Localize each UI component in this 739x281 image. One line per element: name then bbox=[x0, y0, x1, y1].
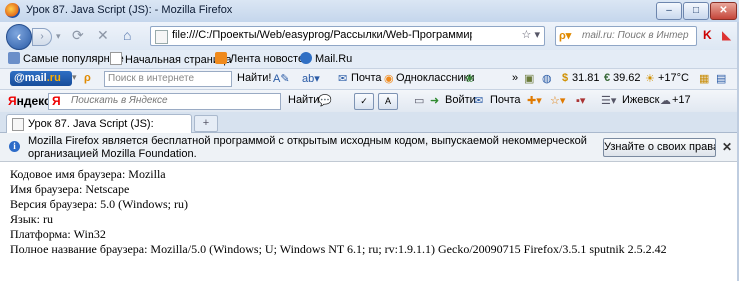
search-placeholder[interactable]: mail.ru: Поиск в Интер bbox=[582, 30, 689, 41]
minimize-button[interactable]: – bbox=[656, 2, 682, 20]
page-favicon-icon bbox=[155, 30, 168, 44]
yandex-y-icon: Я bbox=[52, 94, 61, 108]
know-your-rights-button[interactable]: Узнайте о своих правах... bbox=[603, 138, 716, 157]
new-tab-button[interactable]: + bbox=[194, 115, 218, 132]
odnoklassniki-link[interactable]: Одноклассники bbox=[396, 72, 475, 84]
addon-icon[interactable]: K bbox=[703, 28, 712, 42]
yandex-temp: +17 bbox=[672, 94, 691, 106]
yandex-logo[interactable]: Яндекс bbox=[8, 94, 51, 108]
reload-icon[interactable]: ⟳ bbox=[72, 27, 84, 44]
page-content: Кодовое имя браузера: Mozilla Имя браузе… bbox=[10, 167, 667, 257]
back-button[interactable]: ‹ bbox=[6, 24, 32, 50]
content-line: Имя браузера: Netscape bbox=[10, 182, 130, 196]
mailru-logo[interactable]: @mail.ru bbox=[10, 71, 72, 86]
forward-button[interactable]: › bbox=[32, 28, 52, 46]
maximize-button[interactable]: □ bbox=[683, 2, 709, 20]
yandex-toolbar: Яндекс Я Поискать в Яндексе Найти 💬 ✓ A … bbox=[0, 90, 739, 113]
history-dropdown-icon[interactable]: ▾ bbox=[56, 31, 61, 42]
font-icon[interactable]: A bbox=[378, 93, 398, 110]
search-engine-icon[interactable]: ρ▾ bbox=[559, 29, 571, 42]
content-line: Полное название браузера: Mozilla/5.0 (W… bbox=[10, 242, 667, 256]
odnoklassniki-icon: ◉ bbox=[384, 73, 394, 85]
content-line: Версия браузера: 5.0 (Windows; ru) bbox=[10, 197, 188, 211]
highlight-icon[interactable]: A✎ bbox=[273, 72, 290, 85]
yandex-find-button[interactable]: Найти bbox=[288, 94, 319, 106]
check-mail-icon[interactable]: ✓ bbox=[354, 93, 374, 110]
yandex-login-link[interactable]: Войти bbox=[445, 94, 476, 106]
star-icon bbox=[8, 52, 20, 64]
mailru-toolbar: @mail.ru ▾ ρ Поиск в интернете Найти! A✎… bbox=[0, 69, 739, 90]
mailru-find-button[interactable]: Найти! bbox=[237, 72, 271, 84]
tab-label: Урок 87. Java Script (JS): bbox=[28, 118, 154, 130]
chevron-more-icon[interactable]: » bbox=[512, 72, 518, 84]
favorites-icon[interactable]: ☆▾ bbox=[550, 94, 565, 107]
bookmarks-add-icon[interactable]: ✚▾ bbox=[527, 94, 542, 107]
agent-icon[interactable]: ❀ bbox=[465, 72, 474, 85]
yandex-weather-icon: ☁ bbox=[660, 95, 671, 107]
toolbar-extra-icon[interactable]: ▦ bbox=[699, 72, 709, 85]
stop-icon[interactable]: ✕ bbox=[97, 27, 109, 44]
close-window-button[interactable]: ✕ bbox=[710, 2, 737, 20]
tab-current[interactable]: Урок 87. Java Script (JS): bbox=[6, 114, 192, 133]
mailru-mail-link[interactable]: Почта bbox=[351, 72, 382, 84]
eur-rate: 39.62 bbox=[613, 72, 641, 84]
rss-icon bbox=[215, 52, 227, 64]
usd-rate: 31.81 bbox=[572, 72, 600, 84]
bookmark-star-icon[interactable]: ☆ ▾ bbox=[522, 28, 540, 41]
mailru-search-input[interactable]: Поиск в интернете bbox=[104, 71, 232, 87]
mailru-icon bbox=[300, 52, 312, 64]
bookmarks-toolbar: Самые популярные Начальная страница Лент… bbox=[0, 50, 739, 69]
page-icon bbox=[110, 52, 122, 65]
navigation-bar: ‹ › ▾ ⟳ ✕ ⌂ file:///C:/Проекты/Web/easyp… bbox=[0, 22, 739, 50]
address-bar[interactable]: file:///C:/Проекты/Web/easyprog/Рассылки… bbox=[150, 26, 545, 46]
bookmark-item[interactable]: Mail.Ru bbox=[300, 52, 352, 65]
bookmark-item[interactable]: Самые популярные bbox=[8, 52, 124, 65]
yandex-mail-link[interactable]: Почта bbox=[490, 94, 521, 106]
toolbar-app-icon[interactable]: ▣ bbox=[524, 72, 534, 85]
speech-bubble-icon[interactable]: 💬 bbox=[318, 94, 332, 107]
weather-temp: +17°C bbox=[658, 72, 690, 84]
mail-envelope-icon: ✉ bbox=[338, 73, 348, 85]
city-name: Ижевск bbox=[622, 94, 660, 106]
home-icon[interactable]: ⌂ bbox=[123, 27, 131, 43]
toolbar-app-icon-2[interactable]: ◍ bbox=[542, 72, 552, 85]
window-title: Урок 87. Java Script (JS): - Mozilla Fir… bbox=[26, 4, 233, 16]
text-size-icon[interactable]: ab▾ bbox=[302, 72, 320, 85]
yandex-app-icon[interactable]: ▪▾ bbox=[576, 94, 585, 107]
page-tools-icon[interactable]: ▭ bbox=[414, 94, 424, 107]
firefox-logo-icon bbox=[5, 3, 20, 18]
login-arrow-icon: ➜ bbox=[430, 95, 440, 107]
title-bar: Урок 87. Java Script (JS): - Mozilla Fir… bbox=[0, 0, 739, 23]
content-line: Язык: ru bbox=[10, 212, 53, 226]
mailru-search-icon: ρ bbox=[84, 72, 91, 84]
notification-message: Mozilla Firefox является бесплатной прог… bbox=[28, 135, 587, 160]
addon-flag-icon[interactable]: ◣ bbox=[722, 28, 731, 42]
search-box[interactable]: ρ▾ mail.ru: Поиск в Интер bbox=[555, 26, 697, 46]
tab-page-icon bbox=[12, 118, 24, 131]
content-line: Кодовое имя браузера: Mozilla bbox=[10, 167, 166, 181]
close-notification-icon[interactable]: ✕ bbox=[722, 140, 732, 154]
menu-icon[interactable]: ☰▾ bbox=[601, 94, 616, 107]
euro-icon: € bbox=[604, 72, 611, 84]
yandex-search-input[interactable]: Я Поискать в Яндексе bbox=[48, 93, 281, 110]
url-text[interactable]: file:///C:/Проекты/Web/easyprog/Рассылки… bbox=[172, 29, 472, 41]
bookmark-item[interactable]: Лента новостей bbox=[215, 52, 310, 65]
weather-icon: ☀ bbox=[645, 73, 655, 85]
mailru-menu-arrow-icon[interactable]: ▾ bbox=[72, 72, 77, 83]
notification-bar: i Mozilla Firefox является бесплатной пр… bbox=[0, 133, 739, 162]
toolbar-settings-icon[interactable]: ▤ bbox=[716, 72, 726, 85]
yandex-mail-icon: ✉ bbox=[474, 95, 484, 107]
tab-bar: Урок 87. Java Script (JS): + bbox=[0, 112, 739, 133]
info-icon: i bbox=[9, 141, 20, 152]
dollar-icon: $ bbox=[562, 72, 569, 84]
content-line: Платформа: Win32 bbox=[10, 227, 106, 241]
bookmark-item[interactable]: Начальная страница bbox=[110, 52, 231, 66]
